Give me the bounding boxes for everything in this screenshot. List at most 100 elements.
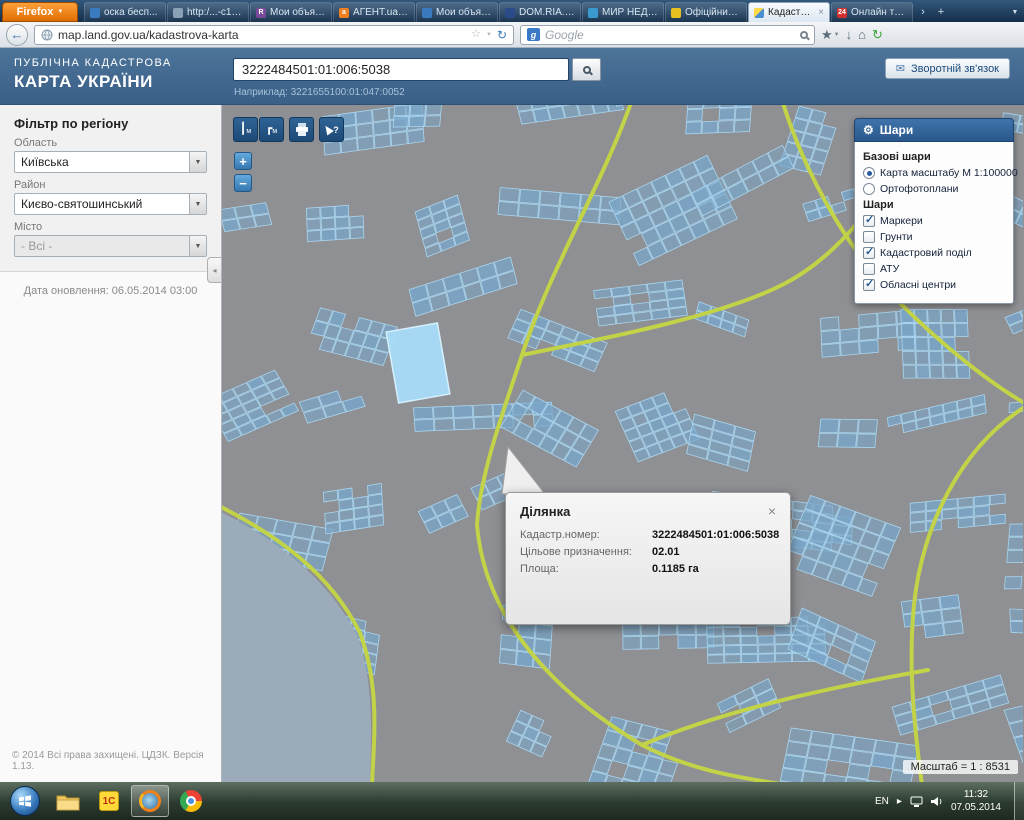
browser-tab[interactable]: http:/...-c1-t5... xyxy=(167,2,249,22)
row-value: 3222484501:01:006:5038 xyxy=(652,529,779,541)
web-search-input[interactable] xyxy=(545,28,795,42)
checkbox[interactable] xyxy=(863,247,875,259)
close-icon[interactable]: × xyxy=(768,504,776,518)
overlay-layer-option[interactable]: АТУ xyxy=(863,263,1005,275)
zoom-in-button[interactable]: + xyxy=(234,152,252,170)
tab-favicon xyxy=(505,8,515,18)
browser-tab[interactable]: оска бесп... xyxy=(84,2,166,22)
clock-date: 07.05.2014 xyxy=(951,801,1001,814)
logo-line2: КАРТА УКРАЇНИ xyxy=(14,71,172,92)
print-button[interactable] xyxy=(289,117,314,142)
search-icon[interactable] xyxy=(800,31,808,39)
tab-overflow-button[interactable]: › xyxy=(914,2,932,22)
browser-tab-active[interactable]: Кадастр... × xyxy=(748,2,830,22)
layers-panel-body: Базові шари Карта масштабу М 1:100000 Ор… xyxy=(854,142,1014,304)
home-button[interactable]: ⌂ xyxy=(858,27,866,42)
taskbar-explorer-button[interactable] xyxy=(49,785,87,817)
radio-button[interactable] xyxy=(863,183,875,195)
row-label: Площа: xyxy=(520,563,652,575)
ruler-area-icon: ┏м xyxy=(266,124,277,135)
layers-panel-header[interactable]: ⚙ Шари xyxy=(854,118,1014,142)
tab-favicon xyxy=(588,8,598,18)
chevron-down-icon[interactable]: ▼ xyxy=(189,194,206,214)
browser-tab[interactable]: Офіційний ... xyxy=(665,2,747,22)
firefox-menu-button[interactable]: Firefox ▼ xyxy=(2,2,78,22)
url-bar[interactable]: map.land.gov.ua/kadastrova-karta ☆ ▼ ↻ xyxy=(34,25,514,45)
checkbox[interactable] xyxy=(863,231,875,243)
popup-pointer-tail xyxy=(498,445,548,495)
base-layers-title: Базові шари xyxy=(863,151,1005,163)
browser-tab-bar: Firefox ▼ оска бесп... http:/...-c1-t5..… xyxy=(0,0,1024,22)
downloads-button[interactable]: ↓ xyxy=(846,27,853,42)
tab-title: Кадастр... xyxy=(768,7,814,18)
identify-parcel-button[interactable]: ? xyxy=(319,117,344,142)
tab-favicon: R xyxy=(256,8,266,18)
overlay-layer-label: АТУ xyxy=(880,263,899,275)
measure-tools-group: ┃м ┏м xyxy=(233,117,284,142)
taskbar-chrome-button[interactable] xyxy=(172,785,210,817)
language-indicator[interactable]: EN xyxy=(875,796,889,807)
feedback-button[interactable]: ✉ Зворотній зв'язок xyxy=(885,58,1010,79)
base-layer-option[interactable]: Ортофотоплани xyxy=(863,183,1005,195)
cadastre-search-input[interactable] xyxy=(233,58,569,81)
chevron-down-icon[interactable]: ▼ xyxy=(189,152,206,172)
map-viewport: ┃м ┏м ? + − ⚙ Шари xyxy=(222,105,1024,782)
volume-icon[interactable] xyxy=(931,796,943,807)
new-tab-button[interactable]: + xyxy=(932,2,950,22)
list-all-tabs-button[interactable]: ▼ xyxy=(1006,2,1024,22)
tab-close-icon[interactable]: × xyxy=(818,8,824,18)
measure-length-button[interactable]: ┃м xyxy=(233,117,258,142)
base-layer-option[interactable]: Карта масштабу М 1:100000 xyxy=(863,167,1005,179)
browser-tab[interactable]: 24Онлайн тра... xyxy=(831,2,913,22)
browser-tab[interactable]: RМои объяв... xyxy=(250,2,332,22)
sidebar-collapse-button[interactable]: ◂ xyxy=(207,257,221,283)
layers-panel: ⚙ Шари Базові шари Карта масштабу М 1:10… xyxy=(854,118,1014,304)
browser-tab[interactable]: DOM.RIA.c... xyxy=(499,2,581,22)
zoom-out-button[interactable]: − xyxy=(234,174,252,192)
taskbar-clock[interactable]: 11:32 07.05.2014 xyxy=(951,788,1001,814)
checkbox[interactable] xyxy=(863,215,875,227)
popup-row: Площа: 0.1185 га xyxy=(520,563,776,575)
network-icon[interactable] xyxy=(910,796,923,807)
taskbar-1c-button[interactable]: 1С xyxy=(90,785,128,817)
url-text[interactable]: map.land.gov.ua/kadastrova-karta xyxy=(58,28,466,42)
web-search-bar[interactable]: g xyxy=(520,25,815,45)
show-desktop-button[interactable] xyxy=(1014,782,1024,820)
checkbox[interactable] xyxy=(863,279,875,291)
tab-title: Офіційний ... xyxy=(685,7,741,18)
misto-select: - Всі - ▼ xyxy=(14,235,207,257)
bookmark-star-icon[interactable]: ☆ xyxy=(471,29,481,40)
taskbar-firefox-button[interactable] xyxy=(131,785,169,817)
browser-tab[interactable]: аАГЕНТ.ua - ... xyxy=(333,2,415,22)
show-hidden-icons-arrow[interactable]: ▸ xyxy=(897,796,902,807)
browser-tab[interactable]: МИР НЕДВ... xyxy=(582,2,664,22)
oblast-select[interactable]: Київська ▼ xyxy=(14,151,207,173)
page-content: Фільтр по регіону Область Київська ▼ Рай… xyxy=(0,105,1024,782)
1c-icon: 1С xyxy=(99,791,119,811)
cadastre-search-button[interactable] xyxy=(572,58,601,81)
measure-area-button[interactable]: ┏м xyxy=(259,117,284,142)
search-icon xyxy=(583,66,591,74)
rayon-select[interactable]: Києво-святошинський ▼ xyxy=(14,193,207,215)
firefox-menu-label: Firefox xyxy=(17,6,54,18)
chevron-down-icon: ▼ xyxy=(834,32,840,38)
overlay-layer-option[interactable]: Грунти xyxy=(863,231,1005,243)
copyright-text: © 2014 Всі права захищені. ЦДЗК. Версія … xyxy=(12,750,221,772)
reload-icon[interactable]: ↻ xyxy=(497,29,507,41)
url-dropdown-icon[interactable]: ▼ xyxy=(486,32,492,38)
overlay-layer-option[interactable]: Обласні центри xyxy=(863,279,1005,291)
filter-panel: Фільтр по регіону Область Київська ▼ Рай… xyxy=(0,105,221,272)
tab-favicon xyxy=(671,8,681,18)
browser-navigation-bar: ← map.land.gov.ua/kadastrova-karta ☆ ▼ ↻… xyxy=(0,22,1024,48)
back-button[interactable]: ← xyxy=(6,24,28,46)
chevron-down-icon: ▼ xyxy=(189,236,206,256)
bookmarks-button[interactable]: ★▼ xyxy=(821,27,840,43)
sync-addon-icon[interactable]: ↻ xyxy=(872,27,883,43)
overlay-layer-option[interactable]: Маркери xyxy=(863,215,1005,227)
overlay-layer-option[interactable]: Кадастровий поділ xyxy=(863,247,1005,259)
site-logo[interactable]: ПУБЛІЧНА КАДАСТРОВА КАРТА УКРАЇНИ xyxy=(14,57,172,92)
start-button[interactable] xyxy=(10,786,40,816)
checkbox[interactable] xyxy=(863,263,875,275)
browser-tab[interactable]: Мои объяв... xyxy=(416,2,498,22)
radio-button[interactable] xyxy=(863,167,875,179)
